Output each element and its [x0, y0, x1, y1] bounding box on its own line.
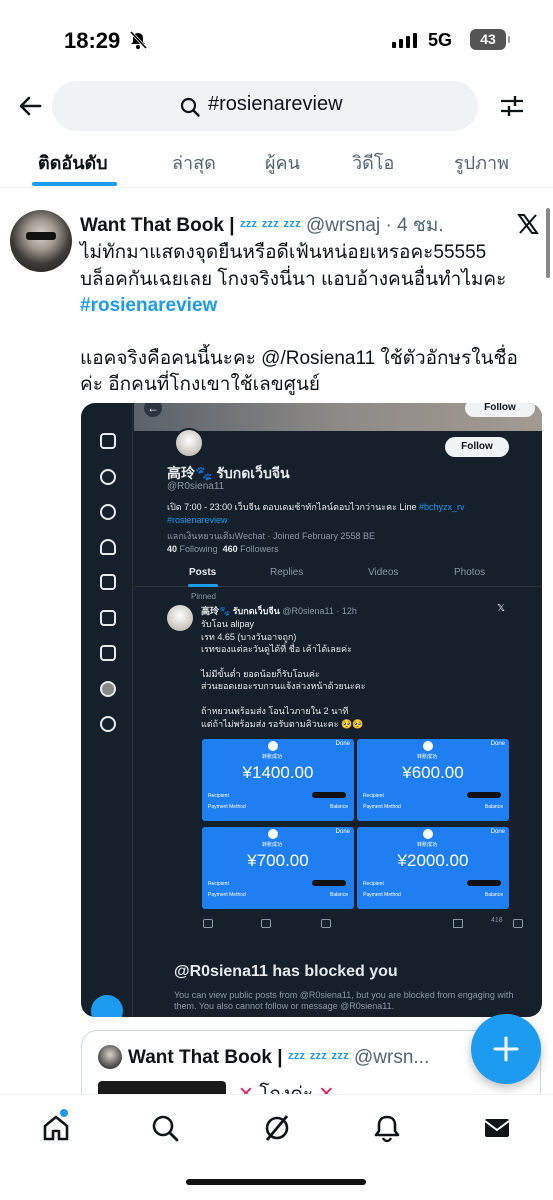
mail-icon [100, 574, 116, 590]
bookmark-icon [513, 919, 523, 928]
quoted-handle: @wrsn... [354, 1047, 430, 1068]
tab-top[interactable]: ติดอันดับ [38, 148, 108, 177]
bottom-nav [0, 1094, 553, 1200]
receipt-image: Done 转账成功 ¥2000.00 Recipient Payment Metho… [357, 827, 509, 909]
status-bar: 18:29 5G 43 [0, 0, 553, 80]
bookmark-icon [100, 610, 116, 626]
filter-sliders-icon[interactable] [498, 92, 526, 120]
post-text-line: บล็อคกันเฉยเลย โกงจริงนี่นา แอบอ้างคนอื่… [80, 268, 507, 290]
receipt-image: Done 转账成功 ¥1400.00 Recipient Payment Metho… [202, 739, 354, 821]
bell-slash-icon [129, 30, 148, 50]
search-icon [100, 469, 116, 485]
x-logo-icon [517, 214, 539, 234]
tab-videos: Videos [368, 567, 399, 578]
profile-meta: แลกเงินหยวนเติมWechat · Joined February … [167, 531, 376, 541]
blocked-title: @R0siena11 has blocked you [174, 963, 398, 980]
avatar[interactable] [98, 1045, 122, 1069]
post-media-image[interactable]: ← Follow Follow 高玲🐾 รับกดเว็บจีน @R0sien… [81, 403, 542, 1017]
tab-indicator [188, 584, 218, 587]
search-input[interactable]: #rosienareview [52, 81, 478, 131]
tab-indicator [32, 182, 117, 186]
retweet-icon [261, 919, 271, 928]
quoted-separator: | [277, 1047, 283, 1068]
post-text-line: ไม่ทักมาแสดงจุดยืนหรือดีเฟ้นหน่อยเหรอคะ5… [80, 242, 487, 263]
views-icon [453, 919, 463, 928]
notifications-bell-icon[interactable] [372, 1113, 402, 1143]
network-type: 5G [428, 30, 453, 50]
quoted-header: Want That Book | ᶻᶻᶻ ᶻᶻᶻ ᶻᶻᶻ @wrsn... [128, 1047, 429, 1069]
profile-icon [100, 681, 116, 697]
post-handle[interactable]: @wrsnaj [306, 215, 380, 236]
signal-icon [392, 32, 417, 48]
like-icon [321, 919, 331, 928]
tweet-author: 高玲🐾 รับกดเว็บจีน @R0siena11 · 12h [201, 606, 357, 616]
avatar[interactable] [10, 210, 72, 272]
receipt-amount: ¥2000.00 [397, 851, 469, 870]
alipay-icon [268, 829, 278, 839]
tab-replies: Replies [270, 567, 304, 578]
search-header: #rosienareview [0, 78, 553, 134]
list-icon [100, 645, 116, 661]
tweet-actions: 418 [201, 917, 531, 931]
notification-dot [60, 1109, 68, 1117]
tab-photos: Photos [454, 567, 486, 578]
bell-icon [100, 539, 116, 555]
post-author[interactable]: Want That Book [80, 215, 224, 236]
alipay-icon [423, 741, 433, 751]
search-icon [180, 97, 200, 117]
profile-stats: 40 Following 460 Followers [167, 544, 279, 554]
scrollbar[interactable] [546, 208, 550, 278]
receipt-amount: ¥700.00 [247, 851, 309, 870]
blocked-subtitle: You can view public posts from @R0siena1… [174, 990, 514, 1011]
grok-icon [100, 504, 116, 520]
receipt-amount: ¥600.00 [402, 763, 464, 782]
home-indicator [186, 1179, 366, 1185]
alipay-icon [268, 741, 278, 751]
profile-bio: เปิด 7:00 - 23:00 เว็บจีน ตอบเดมช้าทักไล… [167, 502, 465, 525]
quoted-zzz: ᶻᶻᶻ ᶻᶻᶻ ᶻᶻᶻ [287, 1050, 349, 1067]
views-count: 418 [491, 917, 503, 924]
pinned-label: Pinned [191, 592, 216, 601]
receipt-image: Done 转账成功 ¥700.00 Recipient Payment Method… [202, 827, 354, 909]
tab-videos[interactable]: วิดีโอ [352, 148, 394, 177]
profile-handle: @R0siena11 [167, 481, 225, 492]
post-zzz: ᶻᶻᶻ ᶻᶻᶻ ᶻᶻᶻ [239, 218, 301, 235]
back-arrow-icon[interactable] [16, 92, 44, 120]
post-text-para: แอคจริงคือคนนี้นะคะ @/Rosiena11 ใช้ตัวอั… [80, 347, 518, 396]
reply-icon [203, 919, 213, 928]
messages-envelope-icon[interactable] [482, 1113, 512, 1143]
compose-post-button[interactable] [471, 1014, 541, 1084]
profile-tabs: Posts Replies Videos Photos [134, 559, 542, 587]
tweet-avatar [167, 605, 193, 631]
status-time: 18:29 [64, 28, 121, 53]
alipay-icon [423, 829, 433, 839]
home-icon [100, 433, 116, 449]
receipt-image: Done 转账成功 ¥600.00 Recipient Payment Method… [357, 739, 509, 821]
search-icon[interactable] [150, 1113, 180, 1143]
post-separator: | [229, 215, 235, 236]
grok-icon[interactable] [262, 1113, 292, 1143]
profile-avatar [174, 428, 204, 458]
follow-button: Follow [465, 403, 535, 417]
home-icon[interactable] [41, 1113, 71, 1143]
tweet-text: รับโอน alipay เรท 4.65 (บางวันอาจถูก) เรทข… [201, 619, 366, 729]
tab-latest[interactable]: ล่าสุด [172, 148, 216, 177]
media-sidebar [81, 403, 133, 1017]
follow-button: Follow [445, 437, 509, 457]
search-value: #rosienareview [208, 93, 343, 115]
post-time: · 4 ชม. [385, 215, 444, 236]
x-logo-icon: 𝕏 [497, 603, 506, 614]
search-tabs: ติดอันดับ ล่าสุด ผู้คน วิดีโอ รูปภาพ [0, 134, 553, 188]
post-header: Want That Book | ᶻᶻᶻ ᶻᶻᶻ ᶻᶻᶻ @wrsnaj · 4… [80, 210, 510, 240]
tab-people[interactable]: ผู้คน [265, 148, 300, 177]
battery-icon: 43 [470, 29, 510, 50]
more-icon [100, 716, 116, 732]
quoted-author: Want That Book [128, 1047, 272, 1068]
receipt-amount: ¥1400.00 [242, 763, 314, 782]
post-hashtag[interactable]: #rosienareview [80, 293, 540, 320]
plus-icon [493, 1036, 519, 1062]
post-text: ไม่ทักมาแสดงจุดยืนหรือดีเฟ้นหน่อยเหรอคะ5… [80, 240, 540, 399]
tab-posts: Posts [189, 567, 217, 578]
tab-photos[interactable]: รูปภาพ [454, 148, 509, 177]
